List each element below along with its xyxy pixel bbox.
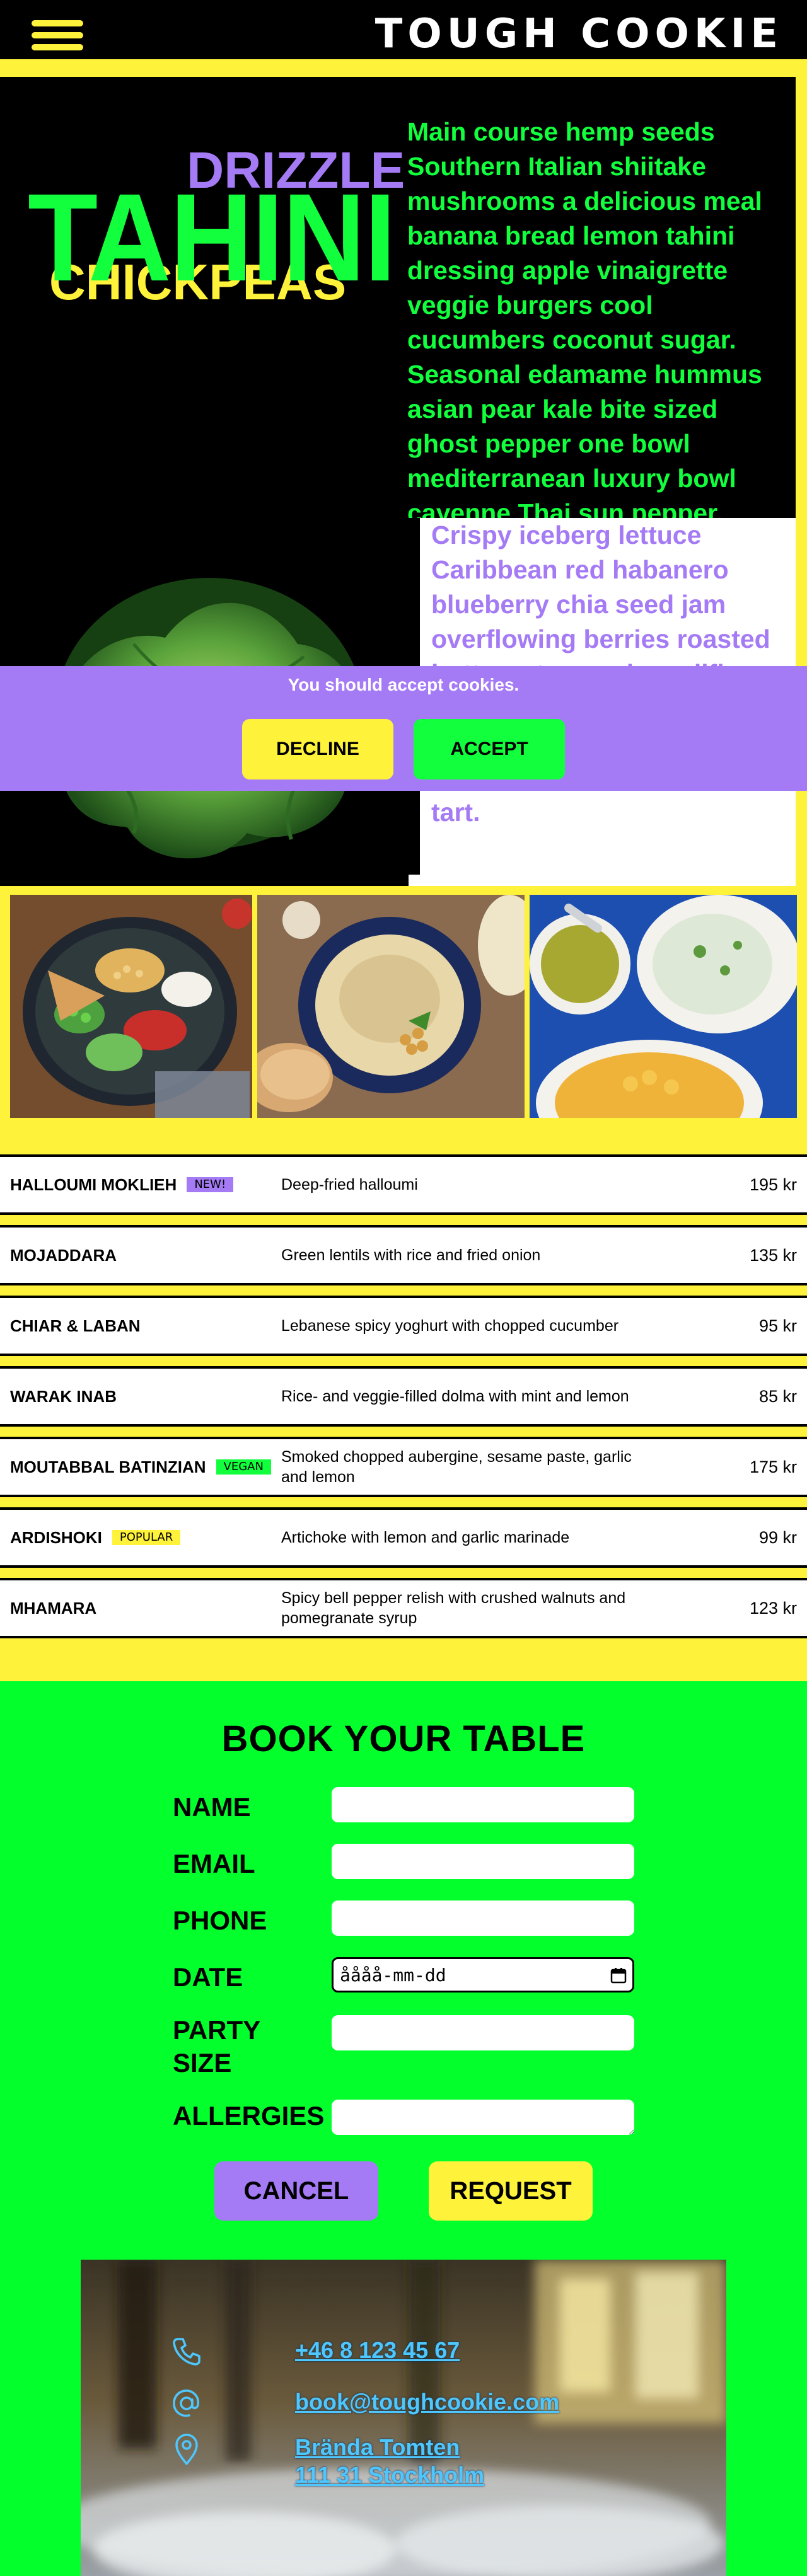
allergies-field[interactable] [332, 2100, 634, 2135]
menu-item-name-wrap: HALLOUMI MOKLIEH NEW! [10, 1157, 234, 1212]
menu-item-badge-popular: POPULAR [112, 1530, 181, 1545]
menu-item-name-wrap: MOJADDARA [10, 1228, 117, 1283]
name-label: NAME [173, 1792, 251, 1822]
menu-item-name: MOUTABBAL BATINZIAN [10, 1457, 206, 1476]
menu-item-price: 135 kr [749, 1245, 797, 1265]
hero-intro-text: Main course hemp seeds Southern Italian … [407, 117, 762, 527]
menu-item-name-wrap: MHAMARA [10, 1580, 96, 1636]
menu-item-row[interactable]: WARAK INAB Rice- and veggie-filled dolma… [0, 1366, 807, 1427]
email-label: EMAIL [173, 1849, 255, 1878]
menu-item-price: 95 kr [758, 1316, 797, 1335]
calendar-icon[interactable] [610, 1967, 627, 1984]
food-photo-gallery [0, 895, 807, 1118]
contact-address-line1[interactable]: Brända Tomten [295, 2434, 460, 2461]
phone-label: PHONE [173, 1906, 267, 1935]
booking-section: BOOK YOUR TABLE NAME EMAIL PHONE DATE åå… [0, 1681, 807, 2576]
menu-item-name: CHIAR & LABAN [10, 1316, 141, 1335]
menu-item-name-wrap: ARDISHOKI POPULAR [10, 1510, 181, 1565]
menu-item-description: Green lentils with rice and fried onion [281, 1246, 541, 1264]
food-photo-dips [530, 895, 797, 1118]
contact-phone-link[interactable]: +46 8 123 45 67 [295, 2337, 460, 2364]
menu-item-name-wrap: CHIAR & LABAN [10, 1298, 141, 1354]
at-sign-icon [173, 2389, 199, 2417]
cookie-accept-button[interactable]: ACCEPT [414, 719, 565, 779]
brand-logo[interactable]: TOUGH COOKIE [375, 9, 783, 59]
date-field-value: åååå-mm-dd [340, 1964, 446, 1986]
date-label: DATE [173, 1962, 243, 1992]
menu-item-name: MHAMARA [10, 1598, 97, 1618]
email-field[interactable] [332, 1844, 634, 1879]
food-photo-hummus [257, 895, 525, 1118]
cookie-decline-button[interactable]: DECLINE [242, 719, 393, 779]
menu-item-price: 195 kr [749, 1175, 797, 1194]
name-field[interactable] [332, 1787, 634, 1822]
contact-address-line2[interactable]: 111 31 Stockholm [295, 2461, 484, 2489]
menu-item-name: ARDISHOKI [10, 1527, 102, 1547]
menu-item-name-wrap: MOUTABBAL BATINZIAN VEGAN [10, 1439, 271, 1495]
menu-item-badge-new: NEW! [187, 1177, 234, 1192]
menu-item-row[interactable]: ARDISHOKI POPULAR Artichoke with lemon a… [0, 1507, 807, 1568]
menu-item-price: 85 kr [758, 1386, 797, 1406]
menu-item-name: MOJADDARA [10, 1245, 117, 1265]
menu-item-description: Spicy bell pepper relish with crushed wa… [281, 1589, 626, 1627]
cookie-banner: You should accept cookies. DECLINE ACCEP… [0, 666, 807, 791]
hamburger-icon[interactable] [32, 20, 83, 50]
phone-field[interactable] [332, 1900, 634, 1936]
menu-item-row[interactable]: CHIAR & LABAN Lebanese spicy yoghurt wit… [0, 1296, 807, 1356]
menu-item-name-wrap: WARAK INAB [10, 1369, 117, 1424]
menu-item-price: 123 kr [749, 1598, 797, 1618]
menu-item-name: HALLOUMI MOKLIEH [10, 1175, 177, 1194]
cancel-button[interactable]: CANCEL [214, 2161, 378, 2221]
menu-item-badge-vegan: VEGAN [216, 1459, 271, 1475]
menu-item-row[interactable]: MHAMARA Spicy bell pepper relish with cr… [0, 1578, 807, 1638]
menu-item-description: Rice- and veggie-filled dolma with mint … [281, 1388, 629, 1405]
menu-item-price: 175 kr [749, 1457, 797, 1476]
menu-item-description: Artichoke with lemon and garlic marinade [281, 1529, 570, 1546]
hero-word-tahini: TAHINI [28, 168, 396, 307]
party-size-field[interactable] [332, 2015, 634, 2050]
menu-item-description: Smoked chopped aubergine, sesame paste, … [281, 1448, 632, 1486]
contact-panel: +46 8 123 45 67 book@toughcookie.com Brä… [81, 2260, 726, 2576]
menu-item-description: Deep-fried halloumi [281, 1176, 418, 1193]
menu-item-description: Lebanese spicy yoghurt with chopped cucu… [281, 1317, 619, 1335]
menu-item-row[interactable]: MOUTABBAL BATINZIAN VEGAN Smoked chopped… [0, 1437, 807, 1497]
booking-title: BOOK YOUR TABLE [221, 1718, 586, 1759]
menu-item-row[interactable]: HALLOUMI MOKLIEH NEW! Deep-fried halloum… [0, 1154, 807, 1215]
contact-email-link[interactable]: book@toughcookie.com [295, 2388, 559, 2416]
allergies-label: ALLERGIES [173, 2101, 325, 2130]
date-field[interactable]: åååå-mm-dd [332, 1957, 634, 1992]
menu-item-price: 99 kr [758, 1527, 797, 1547]
cookie-message: You should accept cookies. [287, 675, 520, 694]
request-button[interactable]: REQUEST [429, 2161, 593, 2221]
location-pin-icon [175, 2434, 198, 2465]
menu-item-row[interactable]: MOJADDARA Green lentils with rice and fr… [0, 1225, 807, 1285]
menu-item-name: WARAK INAB [10, 1386, 117, 1406]
food-photo-salad-bowl [10, 895, 252, 1118]
phone-icon [173, 2338, 200, 2366]
party-size-label: PARTY SIZE [173, 2015, 260, 2078]
site-header: TOUGH COOKIE [0, 0, 807, 68]
